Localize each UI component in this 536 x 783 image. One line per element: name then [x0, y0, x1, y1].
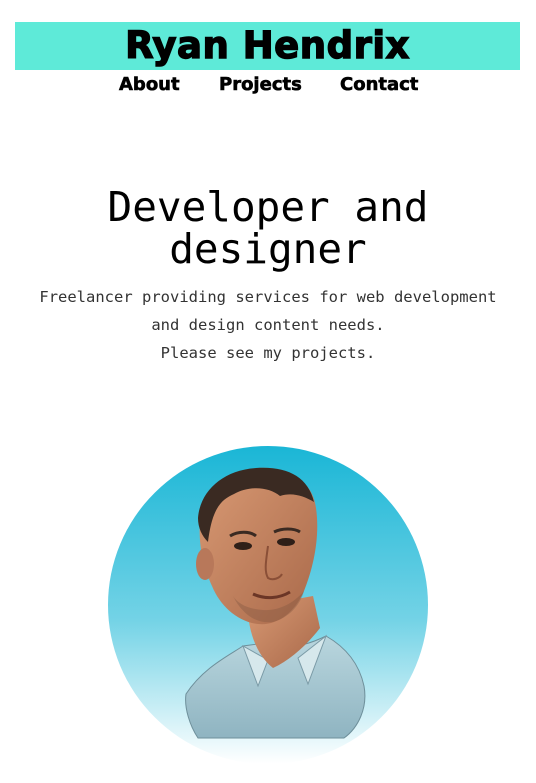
headline-line-1: Developer and	[107, 183, 429, 231]
portrait-eye-right	[277, 538, 295, 546]
tagline-line-3: Please see my projects.	[160, 344, 376, 362]
hero-headline: Developer and designer	[0, 186, 536, 270]
site-title: Ryan Hendrix	[124, 23, 410, 67]
portrait-eye-left	[234, 542, 252, 550]
tagline-line-1: Freelancer providing services for web de…	[39, 288, 497, 306]
portrait-illustration	[108, 446, 428, 764]
title-banner: Ryan Hendrix	[15, 22, 520, 70]
main-nav: About Projects Contact	[0, 72, 536, 98]
tagline-line-2: and design content needs.	[151, 316, 385, 334]
hero-tagline: Freelancer providing services for web de…	[0, 283, 536, 367]
profile-photo	[108, 446, 428, 764]
nav-link-about[interactable]: About	[119, 72, 180, 98]
nav-link-projects[interactable]: Projects	[219, 72, 302, 98]
headline-line-2: designer	[169, 225, 367, 273]
nav-link-contact[interactable]: Contact	[340, 72, 419, 98]
portrait-ear	[196, 548, 214, 580]
